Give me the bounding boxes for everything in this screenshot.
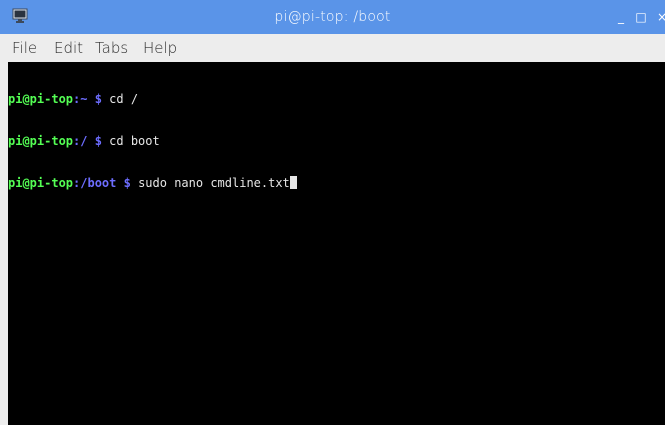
- prompt-user: pi@pi-top: [8, 176, 74, 190]
- menu-edit[interactable]: Edit: [54, 34, 83, 62]
- minimize-button[interactable]: _: [614, 0, 628, 34]
- terminal-window: pi@pi-top: /boot _ □ × File Edit Tabs He…: [0, 0, 665, 425]
- command-text: cd boot: [101, 134, 160, 148]
- command-text: cd /: [101, 92, 139, 106]
- maximize-button[interactable]: □: [634, 0, 648, 34]
- close-button[interactable]: ×: [655, 0, 665, 34]
- prompt-path: :~: [73, 92, 88, 106]
- window-title: pi@pi-top: /boot: [274, 9, 391, 25]
- menu-bar: File Edit Tabs Help: [0, 34, 665, 62]
- command-text: sudo nano cmdline.txt: [130, 176, 290, 190]
- menu-help[interactable]: Help: [143, 34, 177, 62]
- terminal-lines: pi@pi-top:~ $ cd / pi@pi-top:/ $ cd boot…: [8, 64, 297, 218]
- prompt-dollar: $: [87, 134, 102, 148]
- terminal-output-area[interactable]: pi@pi-top:~ $ cd / pi@pi-top:/ $ cd boot…: [8, 62, 665, 425]
- menu-tabs[interactable]: Tabs: [95, 34, 128, 62]
- terminal-line: pi@pi-top:/ $ cd boot: [8, 134, 297, 148]
- prompt-user: pi@pi-top: [8, 134, 74, 148]
- prompt-path: :/: [73, 134, 88, 148]
- menu-file[interactable]: File: [12, 34, 37, 62]
- prompt-dollar: $: [87, 92, 102, 106]
- prompt-user: pi@pi-top: [8, 92, 74, 106]
- title-bar[interactable]: pi@pi-top: /boot _ □ ×: [0, 0, 665, 34]
- prompt-path: :/boot: [73, 176, 117, 190]
- terminal-line: pi@pi-top:/boot $ sudo nano cmdline.txt: [8, 176, 297, 190]
- terminal-line: pi@pi-top:~ $ cd /: [8, 92, 297, 106]
- prompt-dollar: $: [116, 176, 131, 190]
- text-cursor: [289, 176, 297, 189]
